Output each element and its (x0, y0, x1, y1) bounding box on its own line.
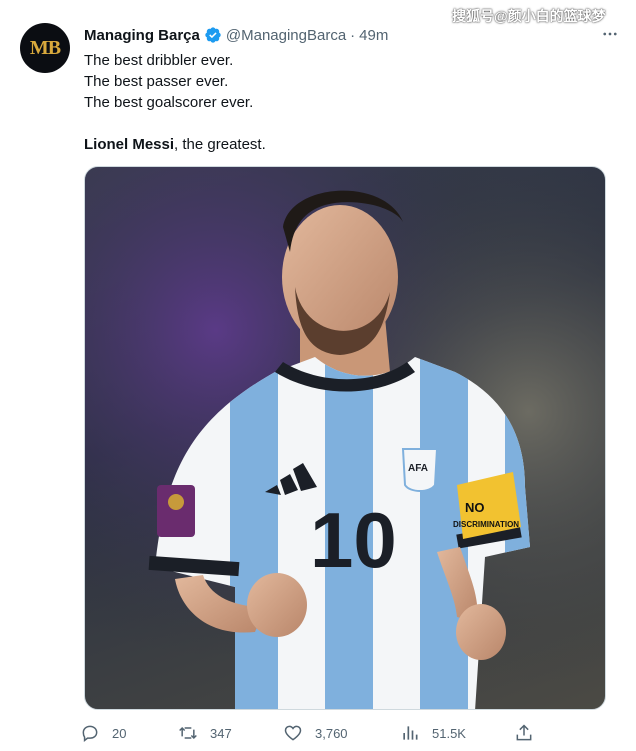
share-icon (516, 724, 532, 741)
separator-dot: · (350, 26, 356, 44)
armband-text-2: DISCRIMINATION (453, 520, 519, 529)
like-button[interactable]: 3,760 (283, 720, 348, 746)
player-photo: NO DISCRIMINATION 10 AFA (85, 167, 605, 709)
more-options-icon[interactable] (600, 24, 620, 44)
tweet-line-2: The best passer ever. (84, 73, 229, 90)
reply-icon (82, 725, 98, 743)
author-name[interactable]: Managing Barça (84, 27, 200, 44)
tweet-photo[interactable]: NO DISCRIMINATION 10 AFA (84, 166, 606, 710)
views-chart-icon (403, 726, 418, 740)
heart-icon (284, 725, 302, 741)
highlight-name: Lionel Messi (84, 136, 175, 153)
author-handle[interactable]: @ManagingBarca (226, 27, 346, 44)
watermark: 搜狐号@颜小白的篮球梦 (452, 8, 606, 24)
tweet-timestamp[interactable]: 49m (359, 27, 388, 44)
avatar-logo: MB (29, 36, 61, 59)
tweet-header: Managing Barça @ManagingBarca · 49m (84, 25, 388, 45)
tweet-line-1: The best dribbler ever. (84, 52, 234, 69)
views-count: 51.5K (432, 725, 466, 741)
retweet-icon (179, 726, 197, 740)
highlight-rest: , the greatest. (174, 136, 266, 153)
share-button[interactable] (514, 720, 546, 746)
tweet-text: The best dribbler ever. The best passer … (84, 50, 266, 155)
tweet-line-4: Lionel Messi, the greatest. (84, 134, 266, 155)
views-button[interactable]: 51.5K (400, 720, 466, 746)
jersey-number: 10 (310, 496, 397, 584)
like-count: 3,760 (315, 725, 348, 741)
tweet-line-3: The best goalscorer ever. (84, 94, 254, 111)
reply-button[interactable]: 20 (80, 720, 126, 746)
armband-text-1: NO (465, 500, 485, 515)
crest-text: AFA (408, 463, 428, 474)
reply-count: 20 (112, 725, 127, 741)
retweet-count: 347 (210, 725, 232, 741)
tweet[interactable]: 搜狐号@颜小白的篮球梦 MB Managing Barça @ManagingB… (0, 0, 636, 751)
tweet-actions: 20 347 3,760 51.5K (80, 720, 540, 746)
verified-badge-icon (205, 27, 221, 43)
avatar[interactable]: MB (20, 23, 70, 73)
retweet-button[interactable]: 347 (178, 720, 232, 746)
